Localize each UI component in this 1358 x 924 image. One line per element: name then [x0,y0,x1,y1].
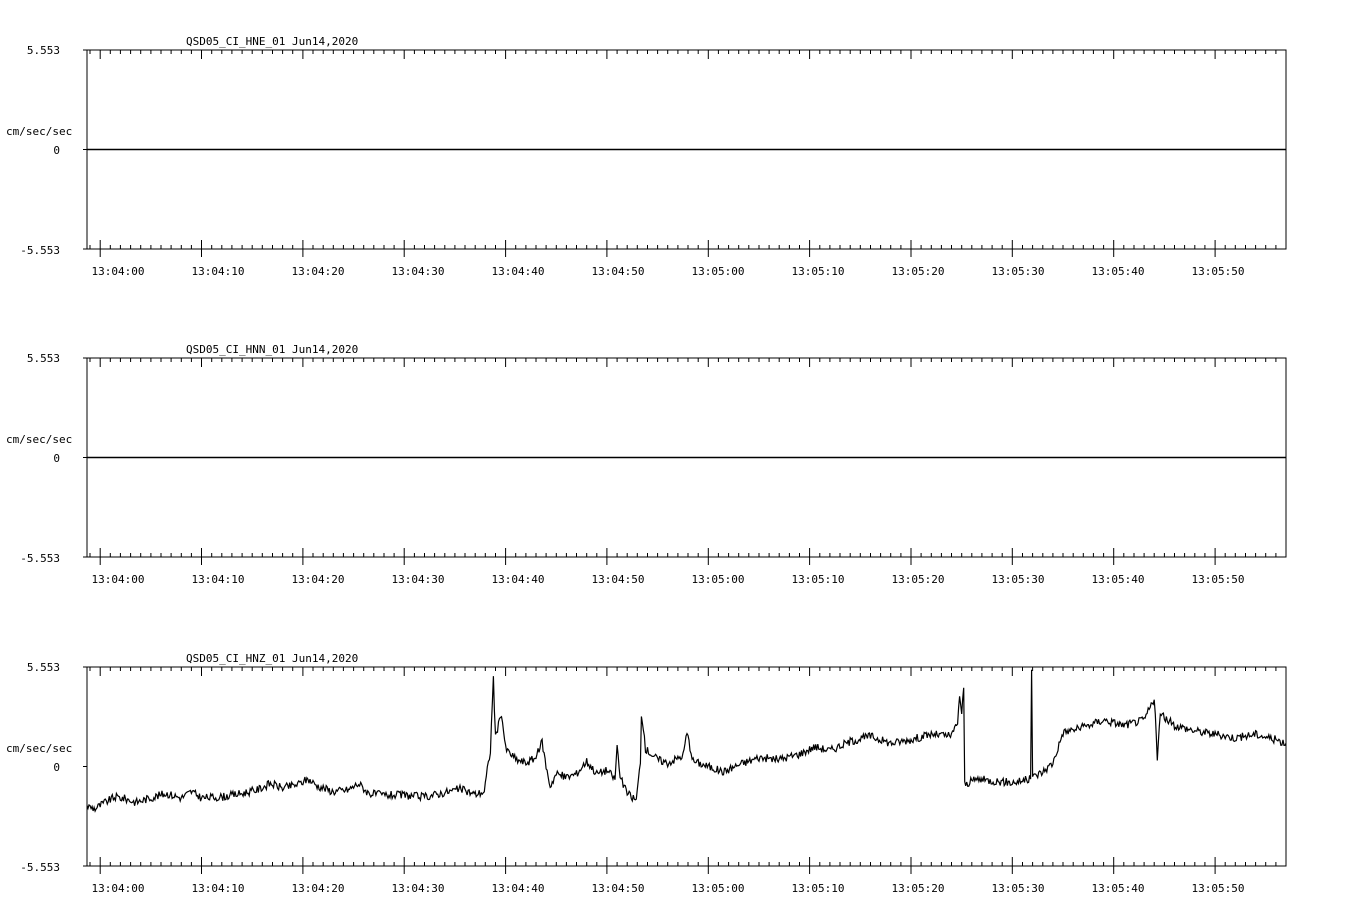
panel-hnn: QSD05_CI_HNN_01 Jun14,2020 cm/sec/sec 5.… [6,343,1287,586]
x-tick-label: 13:05:50 [1192,573,1245,586]
x-tick-label: 13:05:30 [992,265,1045,278]
x-tick-label: 13:05:10 [792,882,845,895]
y-tick-label-bottom: -5.553 [20,244,60,257]
x-tick-label: 13:04:00 [92,882,145,895]
x-tick-label: 13:04:10 [192,573,245,586]
x-tick-label: 13:04:50 [592,573,645,586]
y-axis-label: cm/sec/sec [6,433,72,446]
x-tick-label: 13:04:40 [492,265,545,278]
x-tick-label: 13:04:10 [192,882,245,895]
x-ticks [83,357,1287,565]
x-tick-label: 13:05:40 [1092,265,1145,278]
x-ticks [83,666,1287,874]
plot-frame [86,666,1287,867]
waveform-trace-hnz [86,669,1287,813]
y-axis-label: cm/sec/sec [6,125,72,138]
x-tick-label: 13:04:30 [392,265,445,278]
x-ticks [83,49,1287,257]
y-tick-label-bottom: -5.553 [20,552,60,565]
x-tick-label: 13:05:00 [692,573,745,586]
y-tick-label-top: 5.553 [27,661,60,674]
x-tick-label: 13:04:40 [492,573,545,586]
x-tick-label: 13:04:30 [392,882,445,895]
x-tick-label: 13:04:10 [192,265,245,278]
x-tick-label: 13:04:20 [292,573,345,586]
x-tick-label: 13:05:10 [792,573,845,586]
x-tick-label: 13:04:00 [92,265,145,278]
panel-hne: QSD05_CI_HNE_01 Jun14,2020 cm/sec/sec 5.… [6,35,1287,278]
y-tick-label-zero: 0 [53,761,60,774]
seismogram-figure: QSD05_CI_HNE_01 Jun14,2020 cm/sec/sec 5.… [6,35,1287,895]
x-tick-label: 13:05:10 [792,265,845,278]
panel-title: QSD05_CI_HNZ_01 Jun14,2020 [186,652,358,665]
y-tick-label-bottom: -5.553 [20,861,60,874]
x-tick-label: 13:05:30 [992,882,1045,895]
x-tick-label: 13:05:40 [1092,573,1145,586]
x-tick-label: 13:05:20 [892,265,945,278]
x-tick-label: 13:05:40 [1092,882,1145,895]
y-tick-label-zero: 0 [53,452,60,465]
x-tick-labels: 13:04:00 13:04:10 13:04:20 13:04:30 13:0… [92,882,1245,895]
x-tick-label: 13:05:50 [1192,882,1245,895]
x-tick-label: 13:04:20 [292,882,345,895]
panel-hnz: QSD05_CI_HNZ_01 Jun14,2020 cm/sec/sec 5.… [6,652,1287,895]
x-tick-label: 13:04:00 [92,573,145,586]
x-tick-labels: 13:04:00 13:04:10 13:04:20 13:04:30 13:0… [92,573,1245,586]
x-tick-label: 13:04:30 [392,573,445,586]
y-tick-label-zero: 0 [53,144,60,157]
panel-title: QSD05_CI_HNN_01 Jun14,2020 [186,343,358,356]
x-tick-label: 13:05:00 [692,882,745,895]
x-tick-label: 13:05:30 [992,573,1045,586]
x-tick-label: 13:05:50 [1192,265,1245,278]
x-tick-label: 13:04:50 [592,265,645,278]
x-tick-label: 13:05:00 [692,265,745,278]
y-tick-label-top: 5.553 [27,44,60,57]
x-tick-label: 13:04:40 [492,882,545,895]
x-tick-label: 13:04:20 [292,265,345,278]
y-axis-label: cm/sec/sec [6,742,72,755]
y-tick-label-top: 5.553 [27,352,60,365]
x-tick-labels: 13:04:00 13:04:10 13:04:20 13:04:30 13:0… [92,265,1245,278]
x-tick-label: 13:05:20 [892,573,945,586]
x-tick-label: 13:04:50 [592,882,645,895]
panel-title: QSD05_CI_HNE_01 Jun14,2020 [186,35,358,48]
x-tick-label: 13:05:20 [892,882,945,895]
